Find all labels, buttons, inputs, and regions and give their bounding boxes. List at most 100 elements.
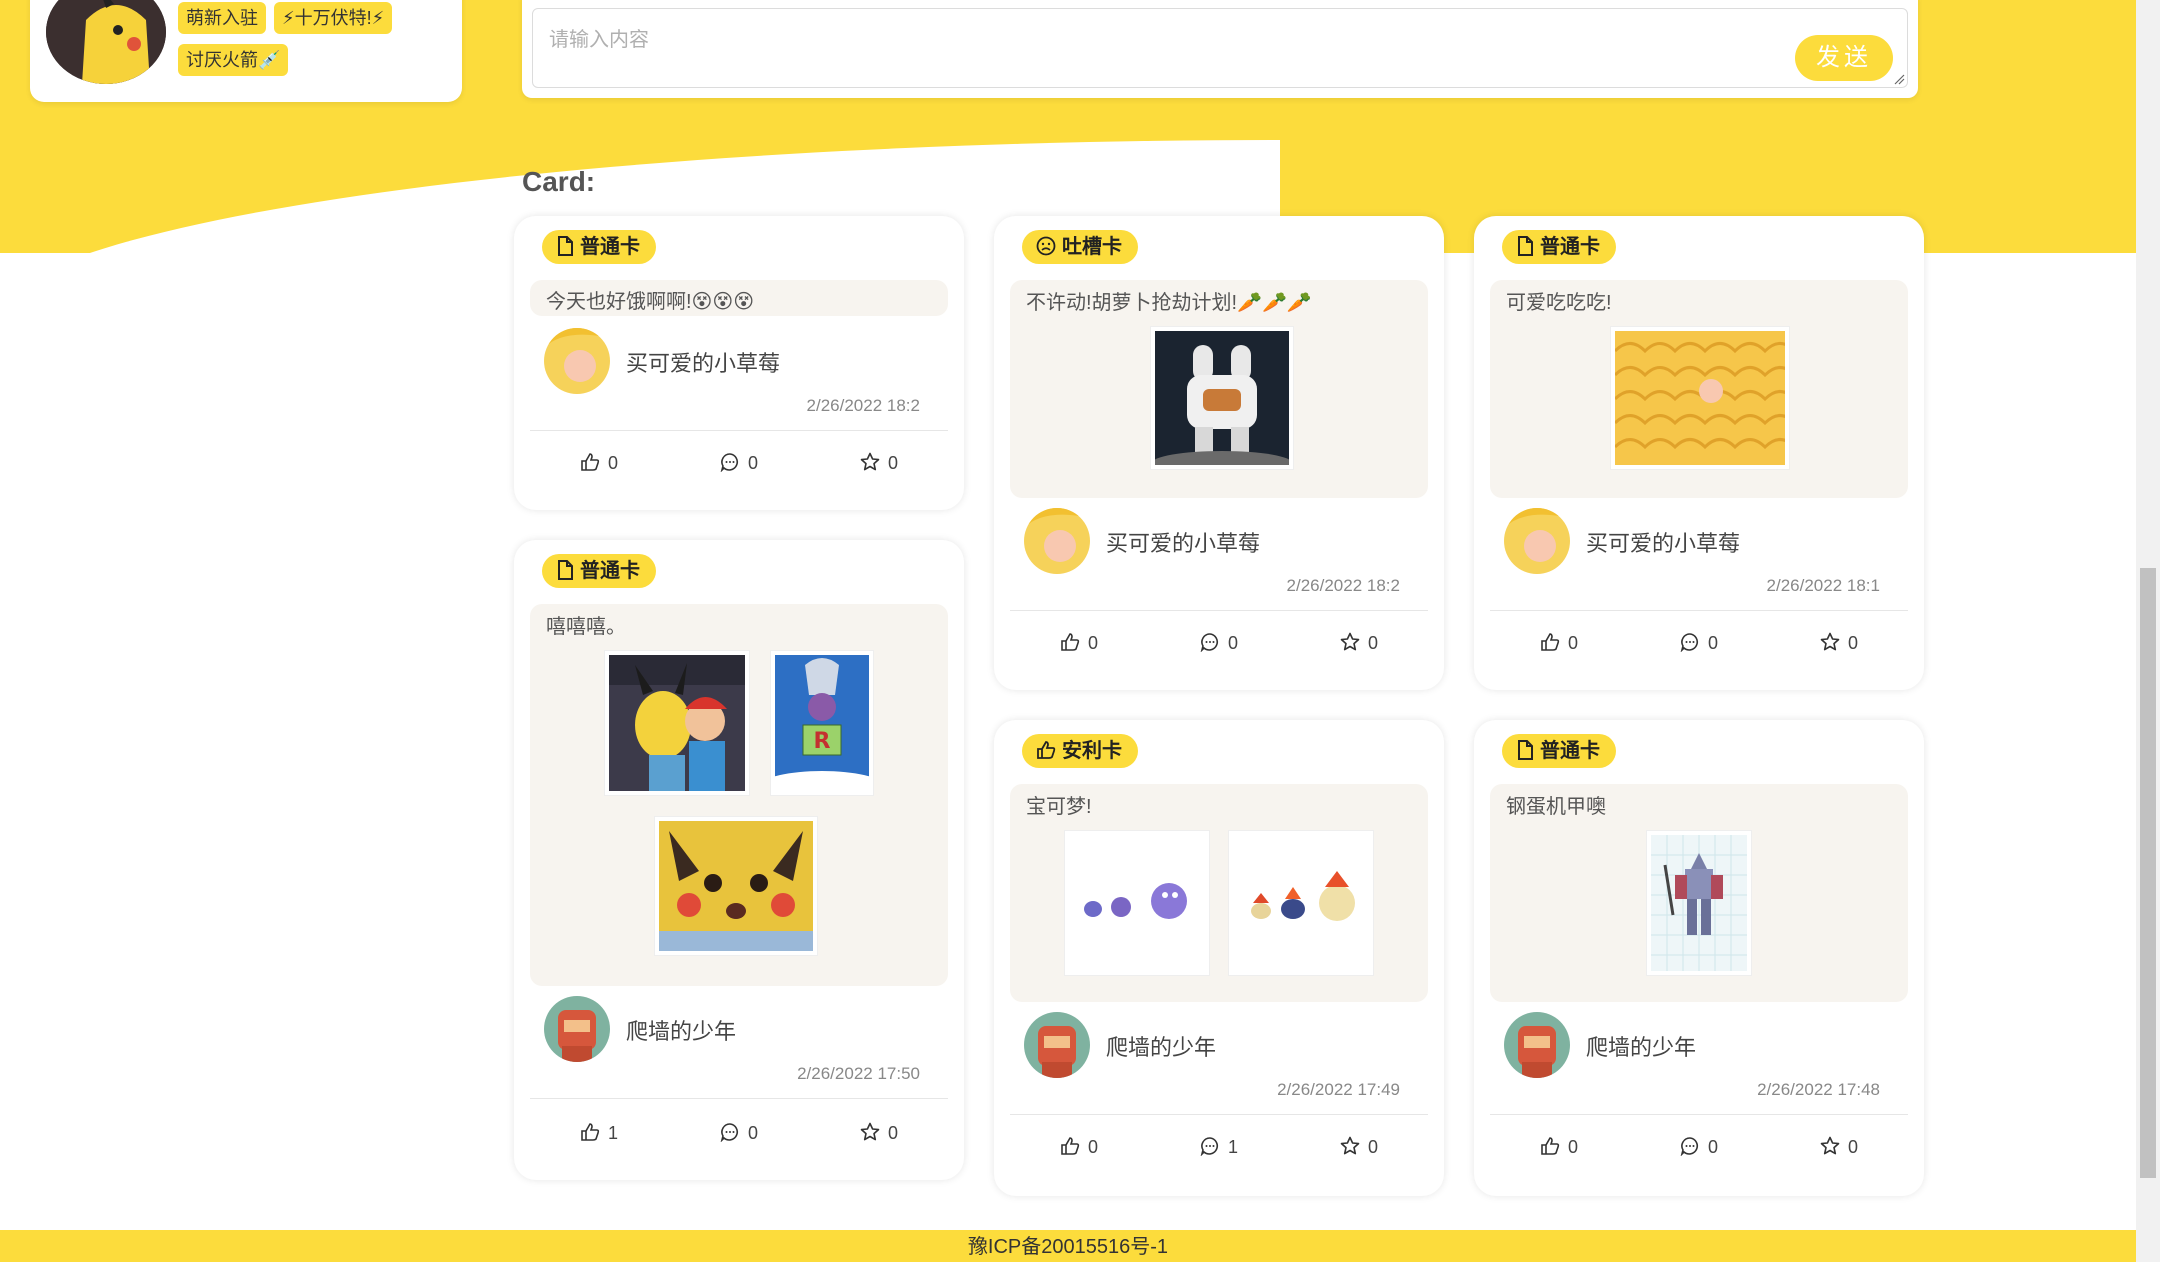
- author-name[interactable]: 爬墙的少年: [626, 1014, 736, 1046]
- star-count: 0: [888, 453, 899, 473]
- star-count: 0: [888, 1123, 899, 1143]
- thumbs-up-icon: [1061, 633, 1080, 651]
- comment-icon: [1680, 1137, 1699, 1157]
- scrollbar-thumb[interactable]: [2140, 568, 2156, 1178]
- star-button[interactable]: 0: [860, 1122, 898, 1144]
- thumbs-up-icon: [581, 453, 600, 471]
- comment-button[interactable]: 0: [1680, 1136, 1718, 1158]
- svg-text:R: R: [814, 729, 831, 754]
- post-card: 普通卡 可爱吃吃吃! 买可爱的小草莓 2/26/2022 18:1 0 0 0: [1474, 216, 1924, 690]
- document-icon: [558, 236, 573, 256]
- page-scrollbar[interactable]: [2136, 0, 2160, 1262]
- divider: [530, 430, 948, 431]
- comment-count: 0: [1708, 1137, 1719, 1157]
- post-content: 今天也好饿啊啊!😵😵😵: [530, 280, 948, 316]
- divider: [530, 1098, 948, 1099]
- post-image[interactable]: [1228, 830, 1374, 976]
- author-avatar[interactable]: [1504, 508, 1570, 574]
- post-content: 不许动!胡萝卜抢劫计划!🥕🥕🥕: [1010, 280, 1428, 498]
- post-image[interactable]: [654, 816, 818, 956]
- divider: [1490, 610, 1908, 611]
- star-icon: [1340, 1136, 1360, 1155]
- like-button[interactable]: 1: [580, 1122, 618, 1144]
- document-icon: [1518, 236, 1533, 256]
- icp-link[interactable]: 豫ICP备20015516号-1: [968, 1236, 1168, 1258]
- author-name[interactable]: 爬墙的少年: [1106, 1030, 1216, 1062]
- comment-button[interactable]: 0: [720, 1122, 758, 1144]
- post-image[interactable]: R: [770, 650, 874, 796]
- post-time: 2/26/2022 17:48: [1757, 1080, 1880, 1099]
- author-name[interactable]: 爬墙的少年: [1586, 1030, 1696, 1062]
- post-card: 普通卡 嘻嘻嘻。 R 爬墙的少年 2/26/2022 17:50 1 0 0: [514, 540, 964, 1180]
- card-type-badge: 普通卡: [542, 230, 656, 264]
- comment-button[interactable]: 0: [1680, 632, 1718, 654]
- post-card: 吐槽卡 不许动!胡萝卜抢劫计划!🥕🥕🥕 买可爱的小草莓 2/26/2022 18…: [994, 216, 1444, 690]
- author-avatar[interactable]: [1024, 508, 1090, 574]
- author-avatar[interactable]: [544, 996, 610, 1062]
- thumbs-up-icon: [1541, 1137, 1560, 1155]
- author-avatar[interactable]: [1504, 1012, 1570, 1078]
- comment-icon: [720, 453, 739, 473]
- like-button[interactable]: 0: [580, 452, 618, 474]
- post-card: 普通卡 钢蛋机甲噢 爬墙的少年 2/26/2022 17:48 0 0 0: [1474, 720, 1924, 1196]
- post-image[interactable]: [1610, 326, 1790, 470]
- author-name[interactable]: 买可爱的小草莓: [1586, 526, 1740, 558]
- comment-button[interactable]: 0: [720, 452, 758, 474]
- document-icon: [558, 560, 573, 580]
- comment-count: 0: [1708, 633, 1719, 653]
- post-image[interactable]: [1646, 830, 1752, 976]
- post-image[interactable]: [1064, 830, 1210, 976]
- post-content: 宝可梦!: [1010, 784, 1428, 1002]
- post-time: 2/26/2022 17:50: [797, 1064, 920, 1083]
- like-button[interactable]: 0: [1540, 632, 1578, 654]
- post-image[interactable]: [604, 650, 750, 796]
- like-count: 0: [1568, 633, 1579, 653]
- thumbs-up-icon: [581, 1123, 600, 1141]
- card-type-label: 普通卡: [1540, 740, 1600, 762]
- document-icon: [1518, 740, 1533, 760]
- star-button[interactable]: 0: [1340, 632, 1378, 654]
- post-time: 2/26/2022 17:49: [1277, 1080, 1400, 1099]
- send-button[interactable]: 发送: [1795, 35, 1893, 81]
- profile-tag-thunderbolt: ⚡十万伏特!⚡: [274, 2, 393, 34]
- comment-count: 1: [1228, 1137, 1239, 1157]
- comment-button[interactable]: 1: [1200, 1136, 1238, 1158]
- card-type-badge: 吐槽卡: [1022, 230, 1138, 264]
- like-button[interactable]: 0: [1540, 1136, 1578, 1158]
- star-button[interactable]: 0: [1340, 1136, 1378, 1158]
- comment-count: 0: [748, 453, 759, 473]
- author-name[interactable]: 买可爱的小草莓: [1106, 526, 1260, 558]
- star-icon: [860, 452, 880, 471]
- author-name[interactable]: 买可爱的小草莓: [626, 346, 780, 378]
- divider: [1010, 1114, 1428, 1115]
- card-type-label: 普通卡: [1540, 236, 1600, 258]
- author-avatar[interactable]: [1024, 1012, 1090, 1078]
- author-avatar[interactable]: [544, 328, 610, 394]
- comment-button[interactable]: 0: [1200, 632, 1238, 654]
- like-count: 0: [608, 453, 619, 473]
- star-button[interactable]: 0: [1820, 1136, 1858, 1158]
- star-icon: [860, 1122, 880, 1141]
- card-type-badge: 安利卡: [1022, 734, 1138, 768]
- star-button[interactable]: 0: [1820, 632, 1858, 654]
- card-type-badge: 普通卡: [1502, 734, 1616, 768]
- post-image[interactable]: [1150, 326, 1294, 470]
- post-card: 普通卡 今天也好饿啊啊!😵😵😵 买可爱的小草莓 2/26/2022 18:2 0…: [514, 216, 964, 510]
- user-avatar[interactable]: [46, 0, 166, 84]
- star-icon: [1340, 632, 1360, 651]
- content-textarea[interactable]: 请输入内容 发送: [532, 8, 1908, 88]
- like-button[interactable]: 0: [1060, 632, 1098, 654]
- star-button[interactable]: 0: [860, 452, 898, 474]
- star-icon: [1820, 632, 1840, 651]
- post-content: 可爱吃吃吃!: [1490, 280, 1908, 498]
- resize-handle-icon[interactable]: [1893, 73, 1905, 85]
- like-count: 1: [608, 1123, 619, 1143]
- thumbs-up-icon: [1037, 741, 1056, 759]
- star-count: 0: [1368, 633, 1379, 653]
- thumbs-up-icon: [1541, 633, 1560, 651]
- card-type-label: 普通卡: [580, 236, 640, 258]
- post-time: 2/26/2022 18:2: [806, 396, 920, 415]
- like-button[interactable]: 0: [1060, 1136, 1098, 1158]
- profile-tag-hate-rocket: 讨厌火箭💉: [178, 44, 289, 76]
- star-count: 0: [1368, 1137, 1379, 1157]
